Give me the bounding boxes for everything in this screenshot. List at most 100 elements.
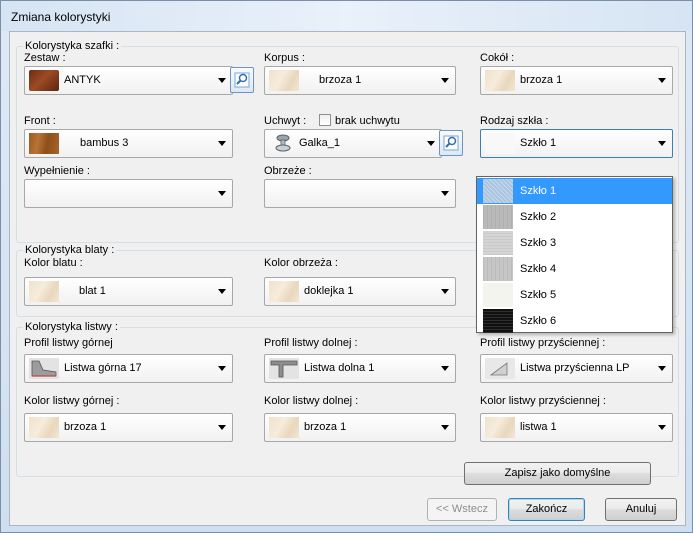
chevron-down-icon bbox=[218, 78, 226, 83]
kolor-obrzeza-combo[interactable]: doklejka 1 bbox=[264, 277, 456, 306]
chevron-down-icon bbox=[218, 366, 226, 371]
glass-swatch-icon bbox=[483, 179, 513, 203]
brak-uchwytu-label[interactable]: brak uchwytu bbox=[335, 115, 400, 127]
brzoza-swatch-icon bbox=[269, 417, 299, 438]
kolor-obrzeza-label: Kolor obrzeża : bbox=[264, 257, 338, 269]
chevron-down-icon bbox=[218, 191, 226, 196]
glass-swatch-icon bbox=[483, 205, 513, 229]
bottom-strip-profile-icon bbox=[269, 358, 299, 379]
dropdown-item[interactable]: Szkło 2 bbox=[477, 204, 672, 230]
profil-dolnej-label: Profil listwy dolnej : bbox=[264, 337, 358, 349]
glass-swatch-icon bbox=[483, 283, 513, 307]
finish-button[interactable]: Zakończ bbox=[508, 498, 585, 521]
dropdown-item[interactable]: Szkło 5 bbox=[477, 282, 672, 308]
bambus-swatch-icon bbox=[29, 133, 59, 154]
obrzeze-combo[interactable] bbox=[264, 179, 456, 208]
kolor-blatu-label: Kolor blatu : bbox=[24, 257, 83, 269]
save-default-button[interactable]: Zapisz jako domyślne bbox=[464, 462, 651, 485]
uchwyt-combo[interactable]: Galka_1 bbox=[264, 129, 442, 158]
kolor-przysciennej-value: listwa 1 bbox=[520, 421, 557, 433]
zestaw-search-button[interactable] bbox=[230, 67, 254, 93]
chevron-down-icon bbox=[218, 289, 226, 294]
korpus-value: brzoza 1 bbox=[319, 74, 362, 86]
chevron-down-icon bbox=[441, 191, 449, 196]
dropdown-item-label: Szkło 3 bbox=[520, 237, 557, 249]
profil-gornej-label: Profil listwy górnej bbox=[24, 337, 113, 349]
profil-przysciennej-value: Listwa przyścienna LP bbox=[520, 362, 630, 374]
zestaw-label: Zestaw : bbox=[24, 52, 66, 64]
magnifier-icon bbox=[234, 72, 250, 88]
profil-przysciennej-combo[interactable]: Listwa przyścienna LP bbox=[480, 354, 673, 383]
title-bar[interactable]: Zmiana kolorystyki bbox=[1, 1, 692, 31]
kolor-gornej-label: Kolor listwy górnej : bbox=[24, 395, 120, 407]
profil-przysciennej-label: Profil listwy przyściennej : bbox=[480, 337, 606, 349]
cokol-label: Cokół : bbox=[480, 52, 515, 64]
uchwyt-value: Galka_1 bbox=[299, 137, 340, 149]
back-button[interactable]: << Wstecz bbox=[427, 498, 497, 521]
antyk-swatch-icon bbox=[29, 70, 59, 91]
dropdown-item[interactable]: Szkło 6 bbox=[477, 308, 672, 334]
chevron-down-icon bbox=[441, 289, 449, 294]
dropdown-item-label: Szkło 5 bbox=[520, 289, 557, 301]
wall-strip-profile-icon bbox=[485, 358, 515, 379]
rodzaj-szkla-label: Rodzaj szkła : bbox=[480, 115, 549, 127]
cancel-button[interactable]: Anuluj bbox=[605, 498, 677, 521]
dropdown-item-label: Szkło 2 bbox=[520, 211, 557, 223]
wypelnienie-label: Wypełnienie : bbox=[24, 165, 90, 177]
chevron-down-icon bbox=[427, 141, 435, 146]
chevron-down-icon bbox=[441, 425, 449, 430]
dialog-window: Zmiana kolorystyki Kolorystyka szafki : … bbox=[0, 0, 693, 533]
korpus-combo[interactable]: brzoza 1 bbox=[264, 66, 456, 95]
dropdown-item-label: Szkło 6 bbox=[520, 315, 557, 327]
kolor-gornej-combo[interactable]: brzoza 1 bbox=[24, 413, 233, 442]
front-combo[interactable]: bambus 3 bbox=[24, 129, 233, 158]
magnifier-icon bbox=[443, 135, 459, 151]
kolor-dolnej-label: Kolor listwy dolnej : bbox=[264, 395, 359, 407]
chevron-down-icon bbox=[658, 78, 666, 83]
wypelnienie-combo[interactable] bbox=[24, 179, 233, 208]
chevron-down-icon bbox=[218, 425, 226, 430]
kolor-blatu-combo[interactable]: blat 1 bbox=[24, 277, 233, 306]
rodzaj-szkla-combo[interactable]: Szkło 1 bbox=[480, 129, 673, 158]
brzoza-swatch-icon bbox=[269, 70, 299, 91]
profil-dolnej-value: Listwa dolna 1 bbox=[304, 362, 375, 374]
cokol-combo[interactable]: brzoza 1 bbox=[480, 66, 673, 95]
chevron-down-icon bbox=[218, 141, 226, 146]
doklejka-swatch-icon bbox=[269, 281, 299, 302]
zestaw-combo[interactable]: ANTYK bbox=[24, 66, 233, 95]
zestaw-value: ANTYK bbox=[64, 74, 101, 86]
glass-swatch-icon bbox=[483, 309, 513, 333]
dropdown-item[interactable]: Szkło 4 bbox=[477, 256, 672, 282]
kolor-obrzeza-value: doklejka 1 bbox=[304, 285, 354, 297]
brak-uchwytu-checkbox[interactable] bbox=[319, 114, 331, 126]
chevron-down-icon bbox=[658, 366, 666, 371]
group-countertop-title: Kolorystyka blaty : bbox=[23, 244, 117, 256]
dropdown-item[interactable]: Szkło 3 bbox=[477, 230, 672, 256]
obrzeze-label: Obrzeże : bbox=[264, 165, 312, 177]
brzoza-swatch-icon bbox=[29, 417, 59, 438]
glass-swatch-icon bbox=[483, 231, 513, 255]
chevron-down-icon bbox=[441, 78, 449, 83]
window-title: Zmiana kolorystyki bbox=[11, 10, 111, 24]
front-value: bambus 3 bbox=[80, 137, 129, 149]
dropdown-item-label: Szkło 1 bbox=[520, 185, 557, 197]
rodzaj-szkla-dropdown-list: Szkło 1 Szkło 2 Szkło 3 Szkło 4 Szkło 5 Szkło… bbox=[476, 176, 673, 333]
profil-dolnej-combo[interactable]: Listwa dolna 1 bbox=[264, 354, 456, 383]
kolor-dolnej-combo[interactable]: brzoza 1 bbox=[264, 413, 456, 442]
kolor-blatu-value: blat 1 bbox=[79, 285, 106, 297]
dropdown-item[interactable]: Szkło 1 bbox=[477, 178, 672, 204]
cokol-value: brzoza 1 bbox=[520, 74, 563, 86]
dropdown-item-label: Szkło 4 bbox=[520, 263, 557, 275]
blat-swatch-icon bbox=[29, 281, 59, 302]
kolor-gornej-value: brzoza 1 bbox=[64, 421, 107, 433]
group-strip-title: Kolorystyka listwy : bbox=[23, 321, 120, 333]
profil-gornej-value: Listwa górna 17 bbox=[64, 362, 142, 374]
profil-gornej-combo[interactable]: Listwa górna 17 bbox=[24, 354, 233, 383]
kolor-dolnej-value: brzoza 1 bbox=[304, 421, 347, 433]
chevron-down-icon bbox=[658, 141, 666, 146]
korpus-label: Korpus : bbox=[264, 52, 305, 64]
top-strip-profile-icon bbox=[29, 358, 59, 379]
uchwyt-search-button[interactable] bbox=[439, 130, 463, 156]
uchwyt-label: Uchwyt : bbox=[264, 115, 307, 127]
kolor-przysciennej-combo[interactable]: listwa 1 bbox=[480, 413, 673, 442]
